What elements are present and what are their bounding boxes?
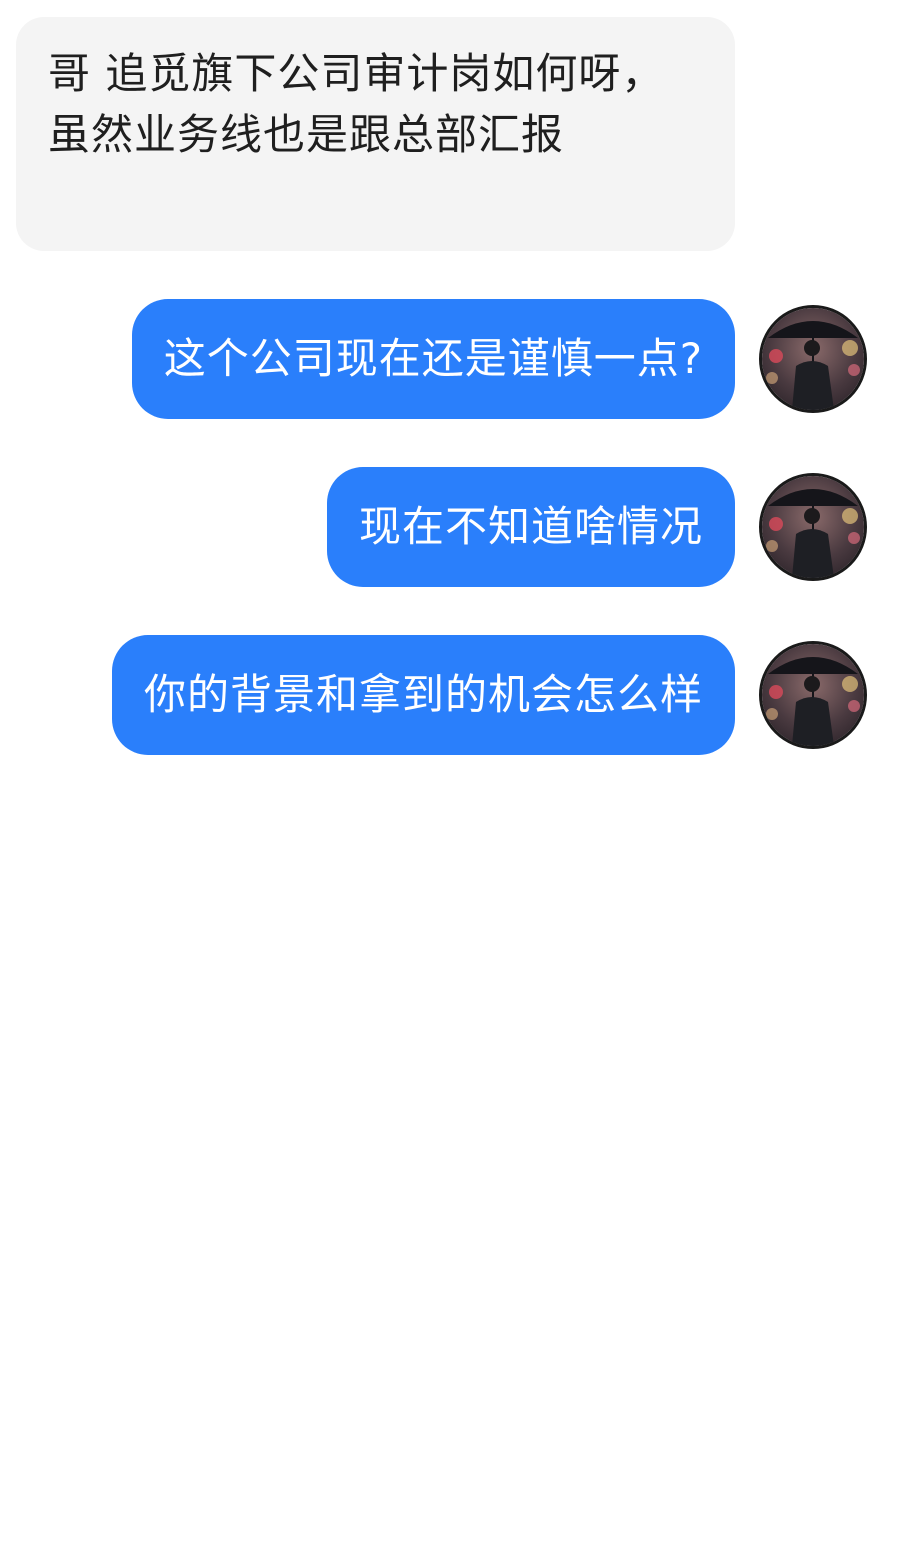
outgoing-message[interactable]: 现在不知道啥情况 bbox=[326, 467, 735, 587]
avatar-image bbox=[762, 308, 864, 410]
avatar-image bbox=[762, 644, 864, 746]
outgoing-message[interactable]: 这个公司现在还是谨慎一点? bbox=[131, 299, 735, 419]
incoming-message[interactable]: 哥 追觅旗下公司审计岗如何呀，虽然业务线也是跟总部汇报 bbox=[16, 17, 735, 251]
user-avatar-icon[interactable] bbox=[759, 305, 867, 413]
user-avatar-icon[interactable] bbox=[759, 641, 867, 749]
outgoing-message[interactable]: 你的背景和拿到的机会怎么样 bbox=[111, 635, 735, 755]
user-avatar-icon[interactable] bbox=[759, 473, 867, 581]
avatar-image bbox=[762, 476, 864, 578]
chat-thread: 哥 追觅旗下公司审计岗如何呀，虽然业务线也是跟总部汇报 这个公司现在还是谨慎一点… bbox=[0, 0, 915, 1567]
